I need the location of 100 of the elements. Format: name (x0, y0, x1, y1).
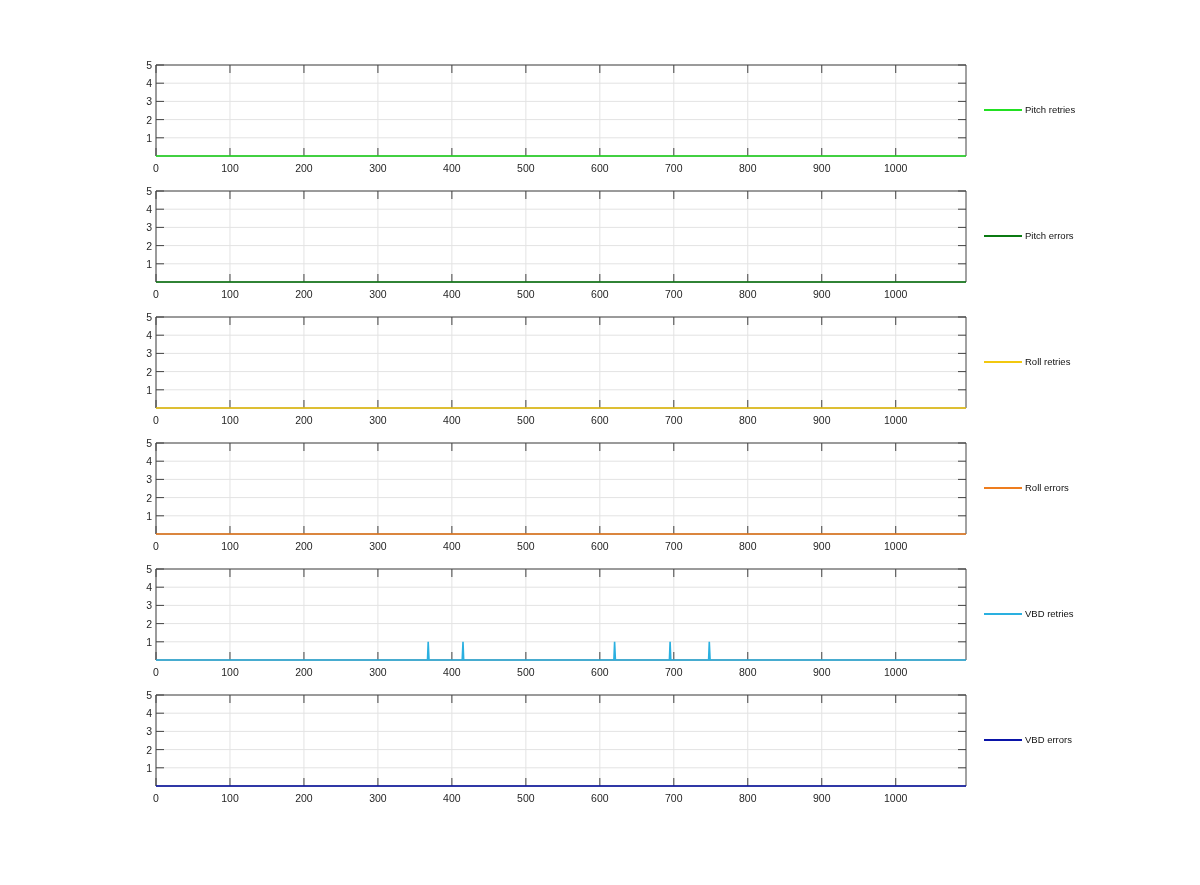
y-tick-label: 2 (146, 239, 152, 252)
x-tick-label: 300 (369, 162, 387, 174)
x-tick-label: 700 (665, 162, 683, 174)
x-tick-label: 300 (369, 540, 387, 552)
x-tick-label: 0 (153, 540, 159, 552)
x-tick-label: 700 (665, 792, 683, 804)
y-tick-label: 5 (146, 59, 152, 71)
x-tick-label: 200 (295, 288, 313, 300)
x-tick-label: 500 (517, 288, 535, 300)
x-tick-label: 100 (221, 666, 239, 678)
x-tick-label: 400 (443, 288, 461, 300)
y-tick-label: 5 (146, 437, 152, 449)
x-tick-label: 0 (153, 288, 159, 300)
x-tick-label: 800 (739, 540, 757, 552)
x-tick-label: 400 (443, 792, 461, 804)
x-tick-label: 100 (221, 414, 239, 426)
x-tick-label: 300 (369, 288, 387, 300)
y-tick-label: 4 (146, 77, 152, 90)
y-tick-label: 5 (146, 311, 152, 323)
x-tick-label: 1000 (884, 540, 908, 552)
x-tick-label: 200 (295, 414, 313, 426)
x-tick-label: 700 (665, 666, 683, 678)
x-tick-label: 800 (739, 162, 757, 174)
x-tick-label: 700 (665, 288, 683, 300)
x-tick-label: 200 (295, 666, 313, 678)
x-tick-label: 900 (813, 162, 831, 174)
x-tick-label: 0 (153, 162, 159, 174)
y-tick-label: 1 (146, 509, 152, 522)
y-tick-label: 1 (146, 131, 152, 144)
y-tick-label: 2 (146, 617, 152, 630)
x-tick-label: 0 (153, 414, 159, 426)
x-tick-label: 600 (591, 414, 609, 426)
y-tick-label: 3 (146, 347, 152, 360)
x-tick-label: 800 (739, 792, 757, 804)
x-tick-label: 400 (443, 414, 461, 426)
y-tick-label: 1 (146, 383, 152, 396)
x-tick-label: 300 (369, 414, 387, 426)
y-tick-label: 3 (146, 95, 152, 108)
x-tick-label: 700 (665, 540, 683, 552)
x-tick-label: 500 (517, 666, 535, 678)
x-tick-label: 600 (591, 792, 609, 804)
legend-label: VBD errors (1025, 734, 1072, 745)
y-tick-label: 4 (146, 455, 152, 468)
legend-label: Roll errors (1025, 482, 1069, 493)
x-tick-label: 900 (813, 792, 831, 804)
y-tick-label: 4 (146, 707, 152, 720)
x-tick-label: 200 (295, 792, 313, 804)
x-tick-label: 1000 (884, 666, 908, 678)
y-tick-label: 4 (146, 581, 152, 594)
x-tick-label: 400 (443, 162, 461, 174)
x-tick-label: 600 (591, 666, 609, 678)
x-tick-label: 900 (813, 414, 831, 426)
legend-label: Roll retries (1025, 356, 1071, 367)
y-tick-label: 1 (146, 257, 152, 270)
x-tick-label: 900 (813, 540, 831, 552)
x-tick-label: 1000 (884, 792, 908, 804)
x-tick-label: 200 (295, 540, 313, 552)
x-tick-label: 1000 (884, 288, 908, 300)
x-tick-label: 100 (221, 162, 239, 174)
x-tick-label: 800 (739, 288, 757, 300)
x-tick-label: 1000 (884, 162, 908, 174)
y-tick-label: 3 (146, 221, 152, 234)
x-tick-label: 500 (517, 792, 535, 804)
y-tick-label: 1 (146, 635, 152, 648)
x-tick-label: 100 (221, 540, 239, 552)
y-tick-label: 1 (146, 761, 152, 774)
x-tick-label: 0 (153, 666, 159, 678)
y-tick-label: 5 (146, 689, 152, 701)
x-tick-label: 800 (739, 666, 757, 678)
y-tick-label: 4 (146, 203, 152, 216)
x-tick-label: 100 (221, 792, 239, 804)
y-tick-label: 2 (146, 491, 152, 504)
y-tick-label: 3 (146, 599, 152, 612)
x-tick-label: 600 (591, 162, 609, 174)
legend-label: Pitch errors (1025, 230, 1074, 241)
x-tick-label: 400 (443, 540, 461, 552)
x-tick-label: 800 (739, 414, 757, 426)
x-tick-label: 200 (295, 162, 313, 174)
y-tick-label: 3 (146, 725, 152, 738)
x-tick-label: 700 (665, 414, 683, 426)
x-tick-label: 600 (591, 288, 609, 300)
x-tick-label: 100 (221, 288, 239, 300)
x-tick-label: 600 (591, 540, 609, 552)
y-tick-label: 2 (146, 113, 152, 126)
x-tick-label: 900 (813, 288, 831, 300)
y-tick-label: 2 (146, 743, 152, 756)
x-tick-label: 500 (517, 414, 535, 426)
x-tick-label: 1000 (884, 414, 908, 426)
y-tick-label: 5 (146, 185, 152, 197)
x-tick-label: 500 (517, 540, 535, 552)
x-tick-label: 500 (517, 162, 535, 174)
y-tick-label: 4 (146, 329, 152, 342)
legend-label: VBD retries (1025, 608, 1074, 619)
y-tick-label: 3 (146, 473, 152, 486)
legend-label: Pitch retries (1025, 104, 1076, 115)
x-tick-label: 300 (369, 792, 387, 804)
x-tick-label: 0 (153, 792, 159, 804)
x-tick-label: 400 (443, 666, 461, 678)
y-tick-label: 2 (146, 365, 152, 378)
x-tick-label: 900 (813, 666, 831, 678)
